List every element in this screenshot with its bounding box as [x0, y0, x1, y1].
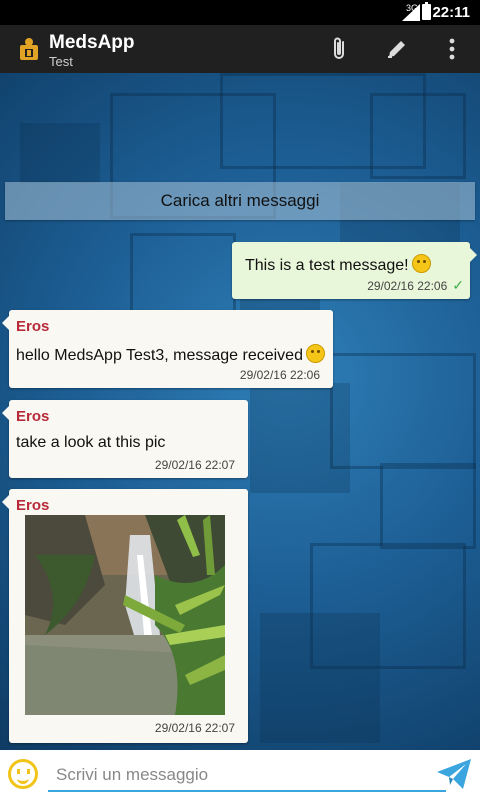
- background-square: [380, 463, 476, 549]
- sender-name: Eros: [16, 408, 50, 425]
- chat-subtitle: Test: [49, 54, 73, 69]
- message-text: take a look at this pic: [16, 434, 166, 451]
- load-more-button[interactable]: Carica altri messaggi: [5, 182, 475, 220]
- app-bar: MedsApp Test: [0, 25, 480, 73]
- message-timestamp: 29/02/16 22:06: [367, 279, 448, 293]
- status-time: 22:11: [432, 4, 470, 21]
- background-square: [330, 353, 476, 469]
- status-bar: 3G 22:11: [0, 0, 480, 25]
- outgoing-message[interactable]: This is a test message! 29/02/16 22:06 ✓: [232, 242, 477, 299]
- background-square: [250, 383, 350, 493]
- waterfall-image: [25, 515, 225, 715]
- message-composer: [0, 750, 480, 800]
- app-logo-icon[interactable]: [18, 37, 40, 61]
- sender-name: Eros: [16, 318, 50, 335]
- shared-photo[interactable]: [25, 515, 225, 715]
- message-text-wrap: hello MedsApp Test3, message received: [16, 344, 325, 365]
- app-title: MedsApp: [49, 32, 135, 53]
- wink-emoji-icon: [305, 344, 325, 363]
- message-timestamp: 29/02/16 22:07: [154, 721, 235, 735]
- message-timestamp: 29/02/16 22:06: [239, 368, 320, 382]
- message-input[interactable]: [48, 760, 446, 792]
- message-timestamp-wrap: 29/02/16 22:06 ✓: [367, 277, 464, 294]
- incoming-image-message[interactable]: Eros 29/02/16 22:07: [2, 489, 248, 743]
- background-square: [20, 123, 100, 183]
- message-text: hello MedsApp Test3, message received: [16, 347, 303, 364]
- message-timestamp: 29/02/16 22:07: [154, 458, 235, 472]
- message-text-wrap: This is a test message!: [245, 254, 431, 275]
- incoming-message[interactable]: Eros take a look at this pic 29/02/16 22…: [2, 400, 248, 478]
- background-square: [370, 93, 466, 179]
- message-text: This is a test message!: [245, 257, 409, 274]
- battery-icon: [422, 2, 431, 20]
- signal-icon: [402, 4, 420, 21]
- emoji-picker-icon[interactable]: [8, 759, 38, 789]
- pencil-icon[interactable]: [384, 36, 410, 62]
- overflow-menu-icon[interactable]: [439, 36, 465, 62]
- send-icon[interactable]: [436, 758, 472, 790]
- smiley-emoji-icon: [411, 254, 431, 273]
- incoming-message[interactable]: Eros hello MedsApp Test3, message receiv…: [2, 310, 333, 388]
- delivered-check-icon: ✓: [452, 277, 464, 293]
- paperclip-icon[interactable]: [327, 36, 353, 62]
- background-square: [260, 613, 380, 743]
- sender-name: Eros: [16, 497, 50, 514]
- chat-area[interactable]: Carica altri messaggi This is a test mes…: [0, 73, 480, 750]
